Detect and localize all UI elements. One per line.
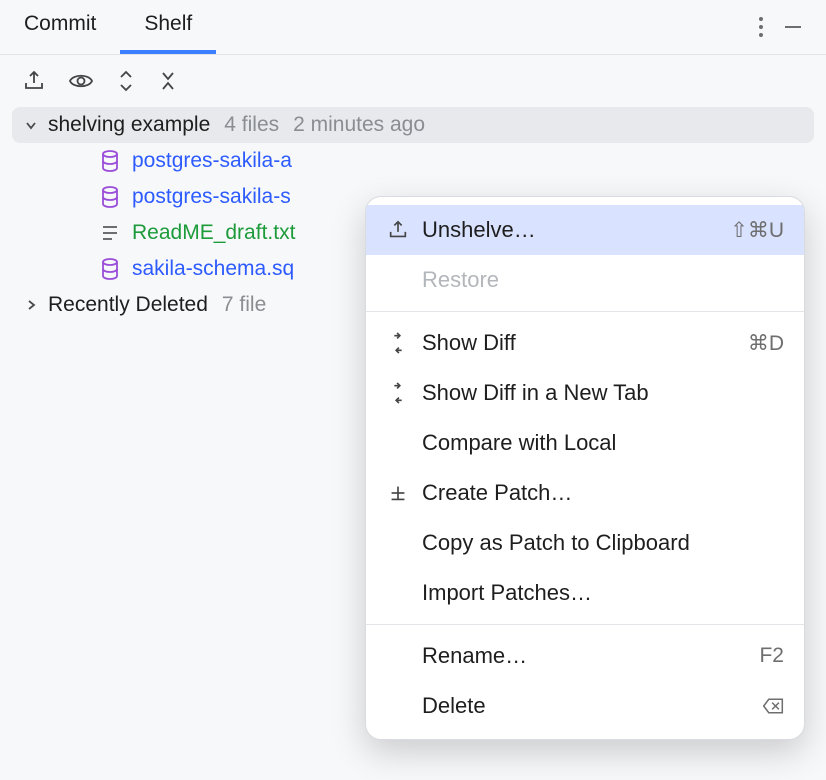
menu-item-delete[interactable]: Delete xyxy=(366,681,804,731)
menu-separator xyxy=(366,311,804,312)
menu-item-show-diff[interactable]: Show Diff ⌘D xyxy=(366,318,804,368)
collapse-icon[interactable] xyxy=(158,69,178,93)
menu-item-create-patch[interactable]: Create Patch… xyxy=(366,468,804,518)
file-name: postgres-sakila-a xyxy=(132,149,292,173)
menu-label: Show Diff in a New Tab xyxy=(422,380,784,406)
menu-label: Copy as Patch to Clipboard xyxy=(422,530,784,556)
database-icon xyxy=(100,186,120,208)
preview-icon[interactable] xyxy=(68,71,94,91)
tab-shelf[interactable]: Shelf xyxy=(120,0,216,54)
panel-header: Commit Shelf xyxy=(0,0,826,55)
unshelve-icon xyxy=(386,219,410,241)
shelf-group-row[interactable]: shelving example 4 files 2 minutes ago xyxy=(12,107,814,143)
unshelve-icon[interactable] xyxy=(22,69,46,93)
menu-shortcut: F2 xyxy=(759,644,784,668)
menu-label: Unshelve… xyxy=(422,217,718,243)
menu-label: Show Diff xyxy=(422,330,736,356)
menu-item-unshelve[interactable]: Unshelve… ⇧⌘U xyxy=(366,205,804,255)
menu-shortcut: ⇧⌘U xyxy=(730,218,784,243)
menu-item-rename[interactable]: Rename… F2 xyxy=(366,631,804,681)
shelf-group-time: 2 minutes ago xyxy=(293,113,425,137)
chevron-right-icon[interactable] xyxy=(22,298,40,312)
patch-icon xyxy=(386,482,410,504)
menu-item-restore: Restore xyxy=(366,255,804,305)
menu-label: Delete xyxy=(422,693,750,719)
file-name: sakila-schema.sq xyxy=(132,257,294,281)
menu-item-compare-local[interactable]: Compare with Local xyxy=(366,418,804,468)
text-file-icon xyxy=(100,222,120,244)
tab-commit-label: Commit xyxy=(24,12,96,35)
menu-label: Restore xyxy=(422,267,784,293)
chevron-down-icon[interactable] xyxy=(22,118,40,132)
menu-item-copy-patch[interactable]: Copy as Patch to Clipboard xyxy=(366,518,804,568)
tab-commit[interactable]: Commit xyxy=(0,0,120,54)
menu-shortcut: ⌘D xyxy=(748,331,784,356)
file-name: postgres-sakila-s xyxy=(132,185,291,209)
header-actions xyxy=(758,15,816,39)
delete-icon xyxy=(762,697,784,715)
file-name: ReadME_draft.txt xyxy=(132,221,295,245)
more-icon[interactable] xyxy=(758,15,764,39)
file-row[interactable]: postgres-sakila-a xyxy=(12,143,814,179)
shelf-group-name: shelving example xyxy=(48,113,210,137)
diff-icon xyxy=(386,332,410,354)
toolbar xyxy=(0,55,826,107)
shelf-group-count: 4 files xyxy=(224,113,279,137)
recently-deleted-count: 7 file xyxy=(222,293,266,317)
menu-item-import-patches[interactable]: Import Patches… xyxy=(366,568,804,618)
diff-icon xyxy=(386,382,410,404)
tab-shelf-label: Shelf xyxy=(144,12,192,35)
menu-item-show-diff-new-tab[interactable]: Show Diff in a New Tab xyxy=(366,368,804,418)
expand-collapse-icon[interactable] xyxy=(116,69,136,93)
minimize-icon[interactable] xyxy=(782,16,804,38)
menu-label: Compare with Local xyxy=(422,430,784,456)
menu-label: Rename… xyxy=(422,643,747,669)
recently-deleted-name: Recently Deleted xyxy=(48,293,208,317)
context-menu: Unshelve… ⇧⌘U Restore Show Diff ⌘D Show … xyxy=(365,196,805,740)
database-icon xyxy=(100,258,120,280)
tab-bar: Commit Shelf xyxy=(0,0,216,54)
menu-separator xyxy=(366,624,804,625)
menu-label: Import Patches… xyxy=(422,580,784,606)
database-icon xyxy=(100,150,120,172)
menu-label: Create Patch… xyxy=(422,480,784,506)
